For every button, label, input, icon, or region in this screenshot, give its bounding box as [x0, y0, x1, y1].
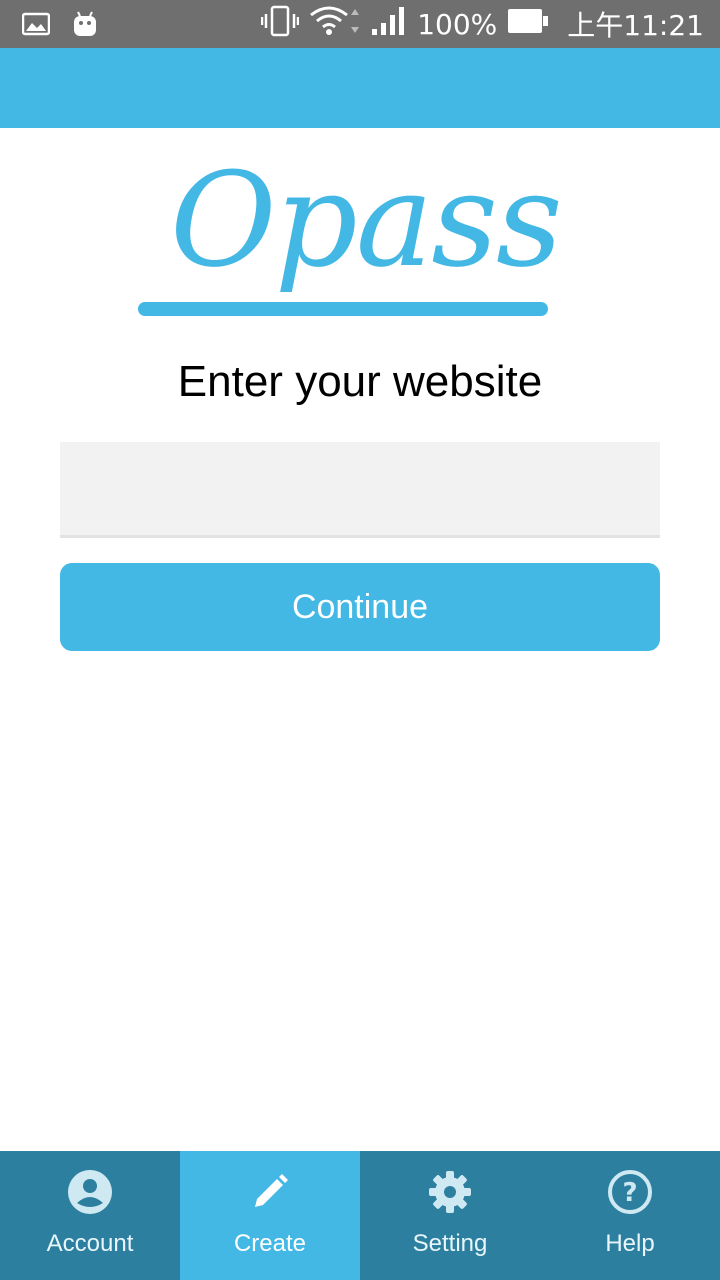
gear-icon	[427, 1169, 473, 1215]
pencil-icon	[247, 1169, 293, 1215]
nav-item-create[interactable]: Create	[180, 1151, 360, 1280]
website-input[interactable]	[60, 442, 660, 538]
app-bar	[0, 48, 720, 128]
nav-item-help[interactable]: ? Help	[540, 1151, 720, 1280]
signal-icon	[371, 5, 407, 44]
android-icon	[72, 10, 98, 42]
status-right-icons: 100% 上午11:21	[260, 0, 704, 48]
bottom-navigation: Account Create Setting ? Help	[0, 1151, 720, 1280]
nav-label-setting: Setting	[412, 1230, 488, 1257]
vibrate-icon	[260, 5, 300, 44]
battery-icon	[507, 7, 549, 42]
help-icon: ?	[607, 1169, 653, 1215]
nav-label-help: Help	[605, 1230, 655, 1257]
nav-item-account[interactable]: Account	[0, 1151, 180, 1280]
image-icon	[21, 12, 51, 40]
page-title: Enter your website	[177, 357, 543, 406]
svg-text:?: ?	[622, 1178, 637, 1208]
logo-text: Opass	[170, 144, 563, 296]
status-bar: 100% 上午11:21	[0, 0, 720, 48]
nav-item-setting[interactable]: Setting	[360, 1151, 540, 1280]
continue-button[interactable]: Continue	[60, 563, 660, 651]
battery-percentage: 100%	[417, 7, 498, 41]
logo-underline	[138, 302, 548, 316]
status-left-icons	[21, 10, 98, 42]
account-icon	[67, 1169, 113, 1215]
continue-button-label: Continue	[291, 587, 429, 626]
nav-label-account: Account	[46, 1230, 134, 1257]
nav-label-create: Create	[233, 1230, 307, 1257]
wifi-icon	[309, 5, 361, 44]
status-time: 上午11:21	[567, 9, 704, 42]
